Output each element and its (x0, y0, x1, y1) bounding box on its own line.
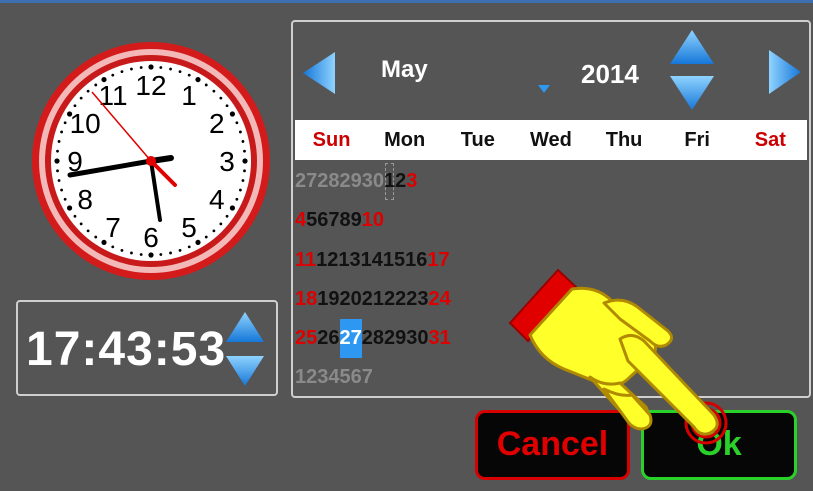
clock-number: 6 (143, 222, 159, 253)
day-cell[interactable]: 13 (338, 241, 360, 280)
clock-number: 3 (219, 146, 235, 177)
day-cell[interactable]: 28 (362, 319, 384, 358)
weekday-sun: Sun (312, 129, 351, 151)
year-up-icon[interactable] (668, 28, 716, 68)
day-cell[interactable]: 30 (362, 162, 384, 201)
clock-number: 1 (181, 80, 197, 111)
week-row: 18 19 20 21 22 23 24 (295, 280, 451, 319)
clock-number: 2 (209, 108, 225, 139)
selected-day-cell[interactable]: 27 (339, 319, 362, 359)
day-cell[interactable]: 22 (384, 280, 406, 319)
day-cell[interactable]: 18 (295, 280, 317, 319)
weekday-fri: Fri (684, 129, 710, 151)
day-cell[interactable]: 10 (362, 201, 384, 240)
day-cell[interactable]: 15 (383, 241, 405, 280)
clock-number: 10 (70, 108, 101, 139)
week-row: 1 2 3 4 5 6 7 (295, 358, 373, 397)
month-dropdown-icon[interactable] (537, 84, 551, 94)
day-cell[interactable]: 6 (351, 358, 362, 397)
day-cell[interactable]: 26 (317, 319, 339, 358)
weekday-mon: Mon (384, 129, 426, 151)
day-cell[interactable]: 20 (340, 280, 362, 319)
day-cell[interactable]: 6 (317, 201, 328, 240)
day-cell[interactable]: 21 (362, 280, 384, 319)
clock-number: 4 (209, 184, 225, 215)
week-row: 27 28 29 30 1 2 3 (295, 162, 417, 201)
time-panel: 17:43:53 (16, 300, 278, 396)
weekday-header: Sun Mon Tue Wed Thu Fri Sat (295, 120, 807, 160)
day-cell[interactable]: 16 (405, 241, 427, 280)
week-row: 4 5 6 7 8 9 10 (295, 201, 384, 240)
week-row: 11 12 13 14 15 16 17 (295, 241, 450, 280)
time-down-icon[interactable] (224, 354, 266, 388)
analog-clock: 12 1234567891011 (32, 42, 270, 280)
day-cell[interactable]: 17 (427, 241, 449, 280)
clock-number: 12 (135, 70, 166, 101)
day-cell[interactable]: 23 (406, 280, 428, 319)
time-up-icon[interactable] (224, 310, 266, 344)
weekday-thu: Thu (605, 129, 643, 151)
month-label[interactable]: May (381, 56, 428, 84)
time-display[interactable]: 17:43:53 (26, 322, 226, 377)
day-cell[interactable]: 29 (340, 162, 362, 201)
next-month-arrow-icon[interactable] (767, 48, 803, 96)
day-cell[interactable]: 2 (306, 358, 317, 397)
week-row: 25 26 27 28 29 30 31 (295, 319, 451, 359)
day-cell[interactable]: 31 (429, 319, 451, 358)
day-cell[interactable]: 12 (316, 241, 338, 280)
day-cell[interactable]: 30 (406, 319, 428, 358)
day-cell[interactable]: 7 (328, 201, 339, 240)
prev-month-arrow-icon[interactable] (301, 50, 337, 96)
day-cell[interactable]: 25 (295, 319, 317, 358)
weekday-sat: Sat (754, 129, 786, 151)
day-cell[interactable]: 5 (306, 201, 317, 240)
day-cell[interactable]: 14 (361, 241, 383, 280)
day-cell[interactable]: 7 (362, 358, 373, 397)
clock-number: 5 (181, 212, 197, 243)
clock-number: 8 (77, 184, 93, 215)
day-cell[interactable]: 4 (295, 201, 306, 240)
day-cell[interactable]: 8 (340, 201, 351, 240)
top-border (0, 0, 813, 3)
day-cell[interactable]: 24 (429, 280, 451, 319)
day-cell[interactable]: 27 (295, 162, 317, 201)
day-cell[interactable]: 2 (395, 162, 406, 201)
day-cell[interactable]: 1 (295, 358, 306, 397)
day-cell[interactable]: 4 (328, 358, 339, 397)
weekday-wed: Wed (530, 129, 572, 151)
day-cell[interactable]: 29 (384, 319, 406, 358)
clock-number: 11 (98, 80, 127, 111)
year-down-icon[interactable] (668, 74, 716, 114)
clock-number: 7 (105, 212, 121, 243)
day-cell[interactable]: 9 (351, 201, 362, 240)
day-cell[interactable]: 3 (317, 358, 328, 397)
day-cell[interactable]: 5 (340, 358, 351, 397)
day-cell[interactable]: 1 (384, 162, 395, 201)
day-cell[interactable]: 19 (317, 280, 339, 319)
hand-pointer-icon (508, 268, 728, 445)
year-label[interactable]: 2014 (581, 59, 639, 90)
day-cell[interactable]: 3 (406, 162, 417, 201)
weekday-tue: Tue (460, 129, 495, 151)
day-cell[interactable]: 28 (317, 162, 339, 201)
day-cell[interactable]: 11 (295, 241, 316, 280)
